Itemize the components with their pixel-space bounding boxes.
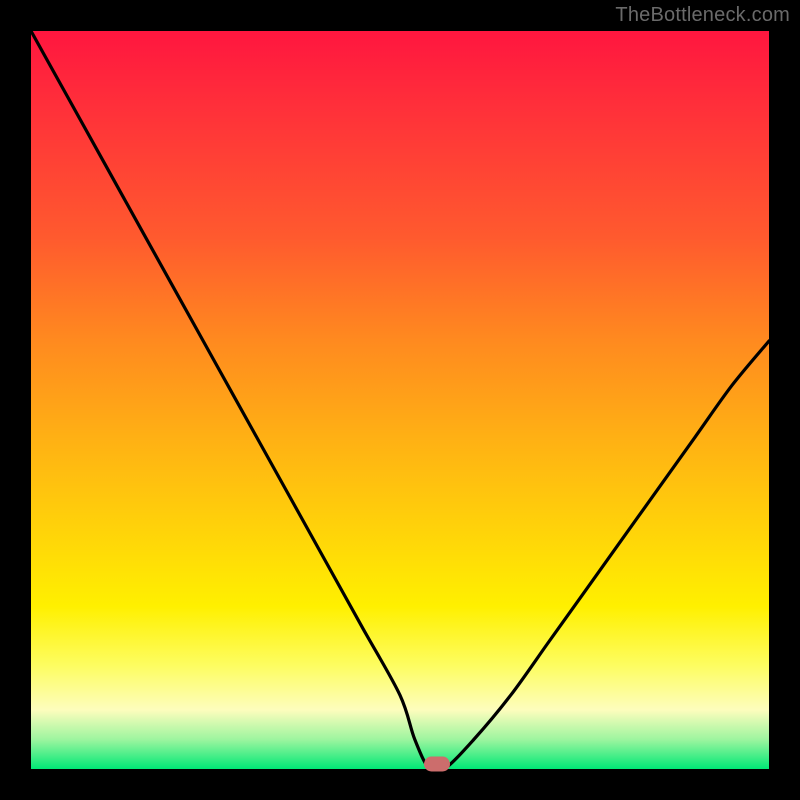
watermark-text: TheBottleneck.com	[615, 4, 790, 27]
chart-stage: TheBottleneck.com	[0, 0, 800, 800]
optimal-marker	[424, 756, 450, 771]
bottleneck-curve	[31, 31, 769, 769]
plot-area	[31, 31, 769, 769]
